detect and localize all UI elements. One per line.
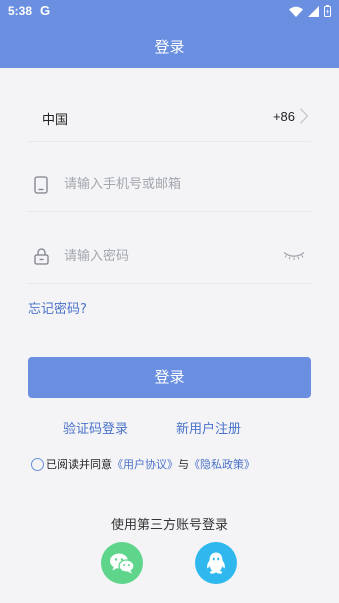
user-agreement-link[interactable]: 《用户协议》 <box>112 456 178 472</box>
agreement-prefix: 已阅读并同意 <box>46 458 112 471</box>
privacy-policy-link[interactable]: 《隐私政策》 <box>189 456 255 472</box>
login-button[interactable]: 登录 <box>28 357 311 398</box>
country-code: +86 <box>272 109 295 124</box>
country-name: 中国 <box>42 113 69 128</box>
phone-email-input[interactable] <box>64 169 284 199</box>
password-input[interactable] <box>64 241 284 271</box>
status-icons <box>289 5 331 17</box>
agreement-row: 已阅读并同意 《用户协议》 与 《隐私政策》 <box>31 456 255 472</box>
chevron-right-icon <box>299 108 309 124</box>
google-g-icon: G <box>40 3 51 18</box>
forgot-password-link[interactable]: 忘记密码? <box>28 298 87 317</box>
country-selector[interactable]: 中国 +86 <box>28 71 311 142</box>
qq-icon <box>207 552 225 574</box>
wechat-icon <box>110 553 135 574</box>
status-time: 5:38 <box>8 4 33 18</box>
qq-login-button[interactable] <box>195 542 237 584</box>
register-link[interactable]: 新用户注册 <box>176 418 241 437</box>
status-bar: 5:38 G <box>0 0 339 24</box>
phone-row <box>28 141 311 212</box>
battery-icon <box>324 5 331 17</box>
wifi-icon <box>289 6 303 17</box>
agreement-checkbox[interactable] <box>31 457 44 471</box>
app-header: 登录 <box>0 24 339 68</box>
sms-login-link[interactable]: 验证码登录 <box>63 418 128 437</box>
signal-icon <box>308 5 319 17</box>
lock-icon <box>34 248 49 265</box>
phone-icon <box>34 176 48 194</box>
third-party-title: 使用第三方账号登录 <box>110 518 228 533</box>
page-title: 登录 <box>154 38 185 56</box>
password-row <box>28 213 311 284</box>
agreement-and: 与 <box>178 458 189 471</box>
eye-closed-icon[interactable] <box>283 251 305 260</box>
wechat-login-button[interactable] <box>101 542 143 584</box>
